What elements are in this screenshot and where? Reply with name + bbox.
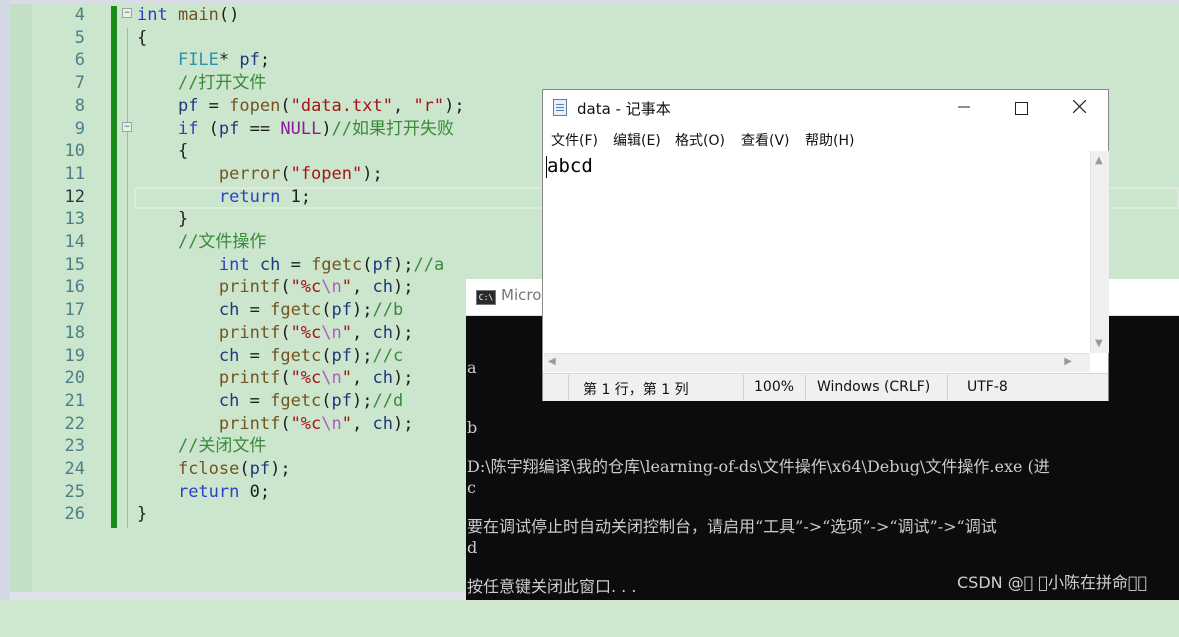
- minimize-icon: [958, 106, 970, 108]
- line-number: 10: [64, 141, 85, 162]
- horizontal-scrollbar[interactable]: ◀ ▶: [544, 353, 1090, 372]
- notepad-title: data - 记事本: [577, 100, 671, 118]
- status-separator: [947, 375, 948, 400]
- code-text: int ch = fgetc(pf);//a: [218, 254, 445, 275]
- line-number: 19: [64, 345, 85, 366]
- notepad-window[interactable]: data - 记事本 文件(F) 编辑(E) 格式(O) 查看(V) 帮助(H)…: [542, 89, 1109, 401]
- text-caret: [546, 156, 547, 178]
- line-number: 12: [64, 186, 85, 207]
- line-number: 4: [74, 5, 85, 25]
- code-text: return 0;: [177, 481, 271, 502]
- menu-file[interactable]: 文件(F): [551, 130, 598, 150]
- maximize-button[interactable]: [992, 90, 1050, 126]
- close-button[interactable]: [1050, 90, 1108, 126]
- menu-edit[interactable]: 编辑(E): [613, 130, 661, 150]
- scroll-right-icon[interactable]: ▶: [1064, 356, 1072, 367]
- code-text: //文件操作: [177, 232, 267, 252]
- line-number: 13: [64, 209, 85, 230]
- minimize-button[interactable]: [935, 90, 993, 126]
- line-number: 15: [64, 254, 85, 275]
- status-zoom: 100%: [754, 379, 795, 395]
- line-number: 6: [74, 50, 85, 71]
- line-number: 25: [64, 481, 85, 502]
- code-text: fclose(pf);: [177, 459, 291, 479]
- menu-format[interactable]: 格式(O): [675, 130, 725, 150]
- console-message-line: D:\陈宇翔编译\我的仓库\learning-of-ds\文件操作\x64\De…: [467, 457, 1050, 476]
- console-title: Micro: [501, 286, 542, 304]
- code-text: ch = fgetc(pf);//c: [218, 345, 404, 366]
- code-text: ch = fgetc(pf);//b: [218, 300, 404, 321]
- line-number: 18: [64, 322, 85, 343]
- code-line[interactable]: 6 FILE* pf;: [0, 49, 1179, 71]
- line-number: 23: [64, 436, 85, 457]
- console-app-icon: C:\: [476, 290, 496, 305]
- scroll-up-icon[interactable]: ▲: [1095, 155, 1103, 166]
- line-number: 7: [74, 73, 85, 94]
- csdn-watermark: CSDN @   小陈在拼命  : [957, 573, 1148, 592]
- scroll-down-icon[interactable]: ▼: [1095, 338, 1103, 349]
- code-text: //打开文件: [177, 73, 267, 94]
- collapse-icon[interactable]: −: [122, 121, 132, 132]
- line-number: 17: [64, 300, 85, 321]
- code-text: }: [137, 209, 189, 230]
- notepad-menu-bar: 文件(F) 编辑(E) 格式(O) 查看(V) 帮助(H): [543, 128, 1108, 150]
- vertical-scrollbar[interactable]: ▲ ▼: [1090, 151, 1109, 353]
- code-text: FILE* pf;: [177, 50, 271, 71]
- status-separator: [805, 375, 806, 400]
- line-number: 26: [64, 504, 85, 525]
- line-number: 21: [64, 390, 85, 411]
- scroll-left-icon[interactable]: ◀: [548, 356, 556, 367]
- code-text: {: [137, 141, 189, 162]
- code-line[interactable]: 4 − int main(): [0, 4, 1179, 26]
- maximize-icon: [1014, 101, 1028, 115]
- notepad-content: abcd: [547, 155, 593, 177]
- line-number: 20: [64, 368, 85, 389]
- line-number: 16: [64, 277, 85, 298]
- line-number: 22: [64, 413, 85, 434]
- status-encoding: UTF-8: [967, 379, 1008, 395]
- line-number: 8: [74, 95, 85, 116]
- code-text: {: [137, 27, 148, 48]
- notepad-status-bar: 第 1 行，第 1 列 100% Windows (CRLF) UTF-8: [543, 373, 1108, 401]
- status-cursor-position: 第 1 行，第 1 列: [583, 382, 689, 398]
- close-icon: [1072, 99, 1086, 114]
- code-text: printf("%c\n", ch);: [218, 322, 414, 343]
- line-number: 11: [64, 163, 85, 184]
- console-message-line: 要在调试停止时自动关闭控制台，请启用“工具”->“选项”->“调试”->“调试: [467, 517, 997, 536]
- code-text: printf("%c\n", ch);: [218, 277, 414, 298]
- code-text: int main(): [137, 5, 240, 25]
- code-text: perror("fopen");: [218, 163, 383, 184]
- code-text: //关闭文件: [177, 436, 267, 457]
- menu-help[interactable]: 帮助(H): [805, 130, 854, 150]
- notepad-text-area[interactable]: abcd: [544, 151, 1090, 353]
- code-text: return 1;: [218, 186, 312, 207]
- notepad-title-bar[interactable]: data - 记事本: [543, 90, 1108, 126]
- menu-view[interactable]: 查看(V): [741, 130, 790, 150]
- status-line-ending: Windows (CRLF): [817, 379, 931, 395]
- code-text: }: [137, 504, 148, 525]
- notepad-icon: [553, 99, 567, 116]
- status-separator: [568, 375, 569, 400]
- console-exit-message: D:\陈宇翔编译\我的仓库\learning-of-ds\文件操作\x64\De…: [467, 417, 1179, 637]
- status-separator: [743, 375, 744, 400]
- code-text: printf("%c\n", ch);: [218, 368, 414, 389]
- line-number: 5: [74, 27, 85, 48]
- code-line[interactable]: 5{: [0, 27, 1179, 49]
- code-text: ch = fgetc(pf);//d: [218, 390, 404, 411]
- line-number: 24: [64, 459, 85, 479]
- collapse-icon[interactable]: −: [122, 8, 132, 18]
- line-number: 14: [64, 232, 85, 252]
- code-text: pf = fopen("data.txt", "r");: [177, 95, 465, 116]
- code-text: printf("%c\n", ch);: [218, 413, 414, 434]
- code-text: if (pf == NULL)//如果打开失败: [177, 118, 455, 139]
- line-number: 9: [74, 118, 85, 139]
